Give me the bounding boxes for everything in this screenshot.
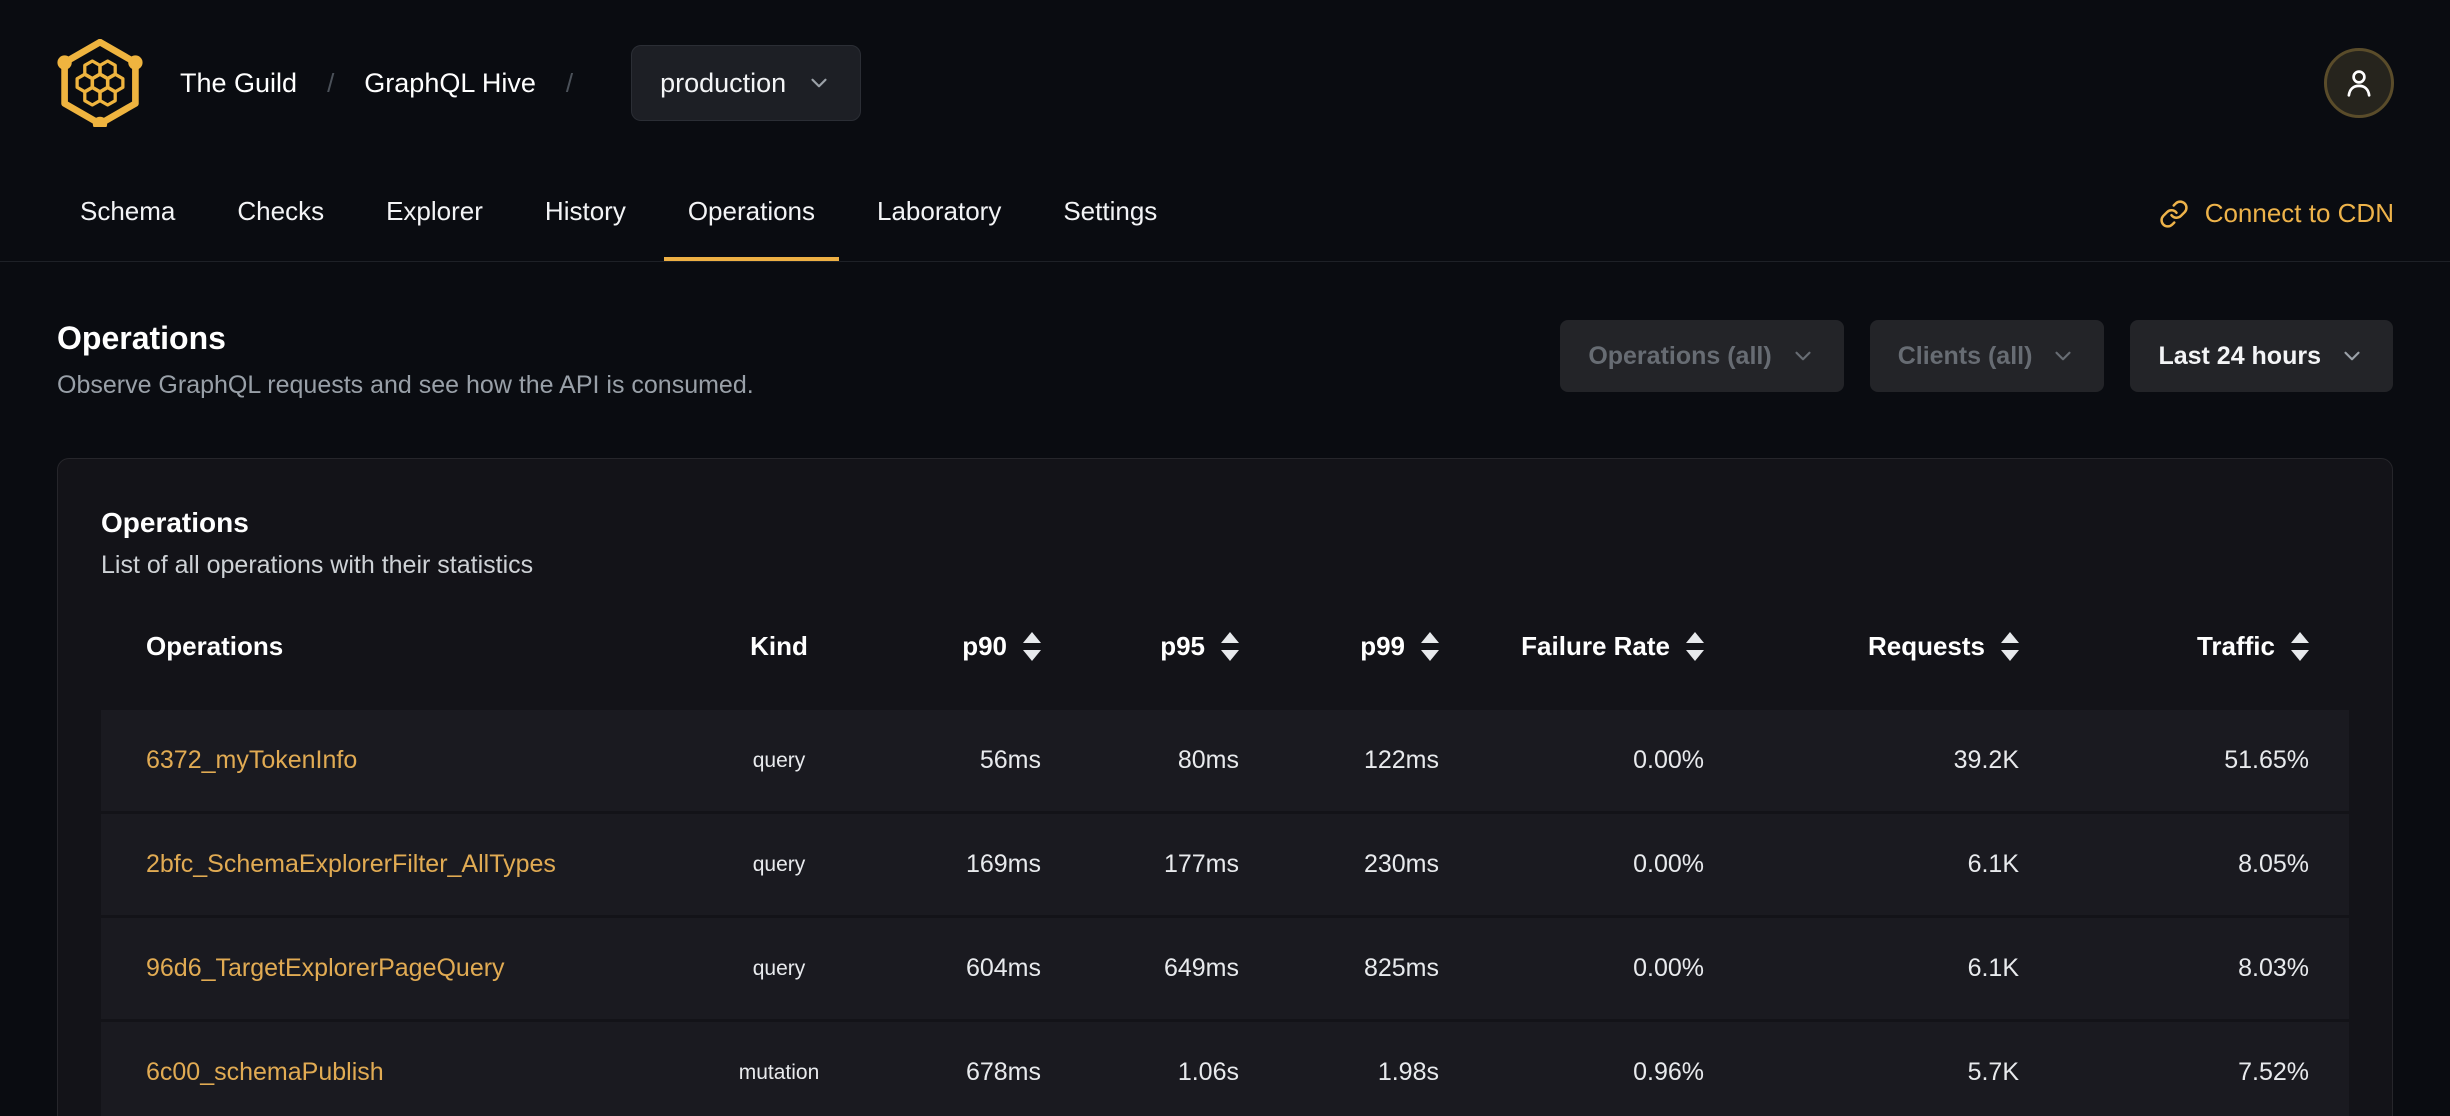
operation-link[interactable]: 6372_myTokenInfo [146, 746, 357, 774]
p99-cell: 1.98s [1377, 1058, 1439, 1086]
table-row: 96d6_TargetExplorerPageQuery query 604ms… [101, 918, 2349, 1022]
connect-to-cdn-label: Connect to CDN [2204, 198, 2394, 228]
traffic-cell: 7.52% [2238, 1058, 2309, 1086]
p95-cell: 1.06s [1177, 1058, 1239, 1086]
filter-last-24-hours[interactable]: Last 24 hours [2130, 320, 2393, 392]
operation-link[interactable]: 2bfc_SchemaExplorerFilter_AllTypes [146, 850, 556, 878]
p95-cell: 177ms [1163, 850, 1239, 878]
sort-arrows-icon[interactable] [1686, 631, 1704, 661]
operations-card: Operations List of all operations with t… [57, 458, 2393, 1116]
traffic-cell: 8.05% [2238, 850, 2309, 878]
kind-cell: mutation [738, 1060, 820, 1084]
tab-history[interactable]: History [521, 166, 650, 261]
traffic-cell: 51.65% [2224, 746, 2309, 774]
sort-arrows-icon[interactable] [1221, 631, 1239, 661]
chevron-down-icon [1795, 351, 1811, 361]
tab-schema[interactable]: Schema [56, 166, 199, 261]
sort-arrows-icon[interactable] [1421, 631, 1439, 661]
p90-cell: 56ms [979, 746, 1041, 774]
requests-cell: 6.1K [1967, 954, 2019, 982]
column-header-kind: Kind [750, 630, 808, 661]
tabs: Schema Checks Explorer History Operation… [56, 166, 1181, 261]
requests-cell: 5.7K [1967, 1058, 2019, 1086]
main-content: Operations Observe GraphQL requests and … [0, 262, 2450, 1116]
operation-cell: 6c00_schemaPublish [101, 1058, 659, 1087]
p99-cell: 122ms [1363, 746, 1439, 774]
card-subtitle: List of all operations with their statis… [101, 551, 534, 579]
page-subtitle: Observe GraphQL requests and see how the… [57, 371, 754, 399]
chevron-down-icon [2055, 351, 2072, 361]
operation-link[interactable]: 6c00_schemaPublish [146, 1058, 384, 1086]
table-row: 2bfc_SchemaExplorerFilter_AllTypes query… [101, 814, 2349, 918]
column-header-requests[interactable]: Requests [1744, 631, 2059, 662]
p95-cell: 649ms [1163, 954, 1239, 982]
kind-cell: query [752, 748, 806, 772]
kind-cell: query [752, 852, 806, 876]
page-title: Operations [57, 320, 226, 356]
breadcrumb: The Guild / GraphQL Hive / production [56, 39, 862, 127]
link-icon [2160, 199, 2188, 228]
target-select[interactable]: production [631, 45, 862, 121]
p90-cell: 604ms [965, 954, 1041, 982]
breadcrumb-project[interactable]: GraphQL Hive [364, 68, 536, 99]
card-title: Operations [101, 507, 249, 538]
p90-cell: 169ms [965, 850, 1041, 878]
breadcrumb-separator: / [565, 67, 574, 98]
tab-settings[interactable]: Settings [1039, 166, 1181, 261]
table-body: 6372_myTokenInfo query 56ms 80ms 122ms 0… [101, 710, 2349, 1116]
nav-tabs-bar: Schema Checks Explorer History Operation… [0, 166, 2450, 262]
operation-cell: 6372_myTokenInfo [101, 746, 659, 775]
avatar[interactable] [2324, 48, 2394, 118]
tab-laboratory[interactable]: Laboratory [853, 166, 1025, 261]
traffic-cell: 8.03% [2238, 954, 2309, 982]
p99-cell: 230ms [1363, 850, 1439, 878]
failure-rate-cell: 0.00% [1633, 746, 1704, 774]
chevron-down-icon [811, 78, 827, 88]
sort-arrows-icon[interactable] [2291, 631, 2309, 661]
failure-rate-cell: 0.00% [1633, 954, 1704, 982]
requests-cell: 6.1K [1967, 850, 2019, 878]
filter-operations-all[interactable]: Operations (all) [1560, 320, 1844, 392]
column-header-operations: Operations [146, 630, 284, 661]
breadcrumb-org[interactable]: The Guild [180, 68, 297, 99]
target-select-value: production [660, 67, 787, 98]
chevron-down-icon [2344, 351, 2360, 361]
tab-operations[interactable]: Operations [663, 166, 840, 261]
operation-cell: 2bfc_SchemaExplorerFilter_AllTypes [101, 850, 659, 879]
sort-arrows-icon[interactable] [1023, 631, 1041, 661]
requests-cell: 39.2K [1953, 746, 2019, 774]
column-header-p99[interactable]: p99 [1279, 631, 1479, 662]
p90-cell: 678ms [965, 1058, 1041, 1086]
failure-rate-cell: 0.96% [1633, 1058, 1704, 1086]
page-header: Operations Observe GraphQL requests and … [57, 320, 2393, 400]
table-row: 6c00_schemaPublish mutation 678ms 1.06s … [101, 1022, 2349, 1116]
topbar: The Guild / GraphQL Hive / production [0, 0, 2450, 166]
p95-cell: 80ms [1177, 746, 1239, 774]
filters: Operations (all) Clients (all) Last 24 h… [1560, 320, 2393, 392]
tab-explorer[interactable]: Explorer [362, 166, 507, 261]
tab-checks[interactable]: Checks [213, 166, 348, 261]
column-header-failure-rate[interactable]: Failure Rate [1479, 631, 1744, 662]
table-row: 6372_myTokenInfo query 56ms 80ms 122ms 0… [101, 710, 2349, 814]
kind-cell: query [752, 956, 806, 980]
column-header-p95[interactable]: p95 [1081, 631, 1279, 662]
person-icon [2347, 70, 2371, 97]
operation-link[interactable]: 96d6_TargetExplorerPageQuery [146, 954, 505, 982]
column-header-traffic[interactable]: Traffic [2059, 631, 2349, 662]
p99-cell: 825ms [1363, 954, 1439, 982]
table-header-row: Operations Kind p90 p95 p99 Failure Rate… [101, 608, 2349, 684]
column-header-p90[interactable]: p90 [899, 631, 1081, 662]
breadcrumb-separator: / [327, 67, 335, 98]
failure-rate-cell: 0.00% [1633, 850, 1704, 878]
operations-table: Operations Kind p90 p95 p99 Failure Rate… [101, 608, 2349, 1116]
hive-logo-icon[interactable] [56, 39, 144, 127]
sort-arrows-icon[interactable] [2001, 631, 2019, 661]
operation-cell: 96d6_TargetExplorerPageQuery [101, 954, 659, 983]
filter-clients-all[interactable]: Clients (all) [1869, 320, 2105, 392]
connect-to-cdn-link[interactable]: Connect to CDN [2159, 166, 2394, 261]
